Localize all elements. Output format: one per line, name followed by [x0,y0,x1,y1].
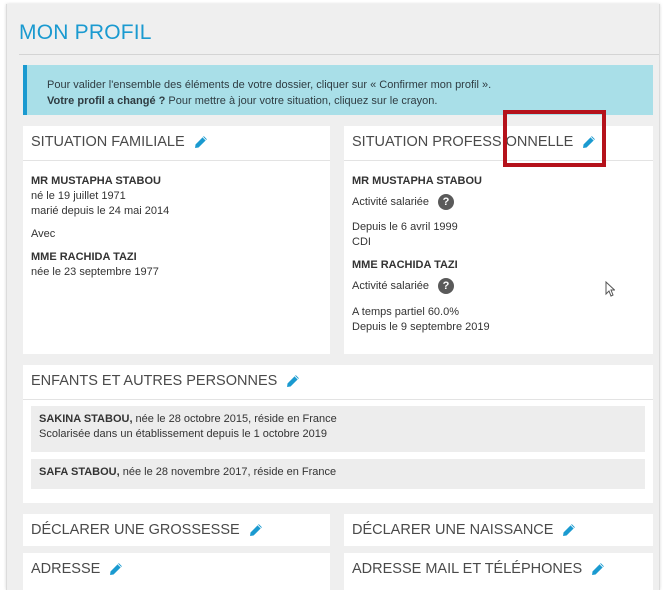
card-divider [23,160,330,161]
naissance-card: DÉCLARER UNE NAISSANCE [344,514,653,546]
list-item: SAKINA STABOU, née le 28 octobre 2015, r… [31,406,645,452]
child-1-extra: Scolarisée dans un établissement depuis … [39,428,328,440]
pencil-icon[interactable] [591,562,605,576]
pro-person1-since: Depuis le 6 avril 1999 [352,221,458,233]
familiale-person2-birth: née le 23 septembre 1977 [31,266,159,278]
pro-person2-activity: Activité salariée [352,279,430,292]
naissance-header: DÉCLARER UNE NAISSANCE [352,522,576,538]
mouse-pointer-icon [605,281,615,297]
info-line-2: Votre profil a changé ? Pour mettre à jo… [47,93,653,109]
grossesse-card: DÉCLARER UNE GROSSESSE [23,514,330,546]
pencil-icon[interactable] [109,562,123,576]
child-2-name: SAFA STABOU, [39,466,120,478]
situation-professionnelle-card: SITUATION PROFESSIONNELLE MR MUSTAPHA ST… [344,126,653,354]
profile-page: MON PROFIL Pour valider l'ensemble des é… [6,4,660,590]
info-banner: Pour valider l'ensemble des éléments de … [23,65,653,115]
pro-person2-name: MME RACHIDA TAZI [352,259,458,271]
familiale-person1-name: MR MUSTAPHA STABOU [31,175,161,187]
question-circle-icon[interactable]: ? [438,278,455,294]
familiale-with-label: Avec [31,228,56,240]
info-line-2-rest: Pour mettre à jour votre situation, cliq… [165,95,438,107]
question-circle-icon[interactable]: ? [438,194,455,210]
enfants-header: ENFANTS ET AUTRES PERSONNES [31,373,300,389]
list-item: SAFA STABOU, née le 28 novembre 2017, ré… [31,459,645,489]
pro-person1-contract: CDI [352,236,371,248]
naissance-title: DÉCLARER UNE NAISSANCE [352,522,554,538]
situation-familiale-title: SITUATION FAMILIALE [31,134,185,150]
child-2-line: SAFA STABOU, née le 28 novembre 2017, ré… [39,465,645,480]
pro-person2-parttime: A temps partiel 60.0% [352,306,460,318]
familiale-person1-marriage: marié depuis le 24 mai 2014 [31,205,170,217]
pencil-icon[interactable] [562,523,576,537]
info-line-2-bold: Votre profil a changé ? [47,95,166,107]
adresse-header: ADRESSE [31,561,123,577]
info-line-1: Pour valider l'ensemble des éléments de … [47,79,492,91]
contact-title: ADRESSE MAIL ET TÉLÉPHONES [352,561,583,577]
highlight-box [503,110,606,167]
familiale-person1-birth: né le 19 juillet 1971 [31,190,126,202]
enfants-card: ENFANTS ET AUTRES PERSONNES SAKINA STABO… [23,365,653,503]
adresse-card: ADRESSE [23,553,330,590]
child-1-details: née le 28 octobre 2015, réside en France [132,413,337,425]
situation-familiale-header: SITUATION FAMILIALE [31,134,208,150]
pencil-icon[interactable] [249,523,263,537]
pencil-icon[interactable] [194,135,208,149]
card-divider [23,399,653,400]
contact-header: ADRESSE MAIL ET TÉLÉPHONES [352,561,605,577]
pro-person1-activity: Activité salariée [352,195,430,208]
child-2-details: née le 28 novembre 2017, réside en Franc… [119,466,337,478]
card-divider [344,160,653,161]
situation-familiale-card: SITUATION FAMILIALE MR MUSTAPHA STABOU n… [23,126,330,354]
contact-card: ADRESSE MAIL ET TÉLÉPHONES [344,553,653,590]
pro-person1-name: MR MUSTAPHA STABOU [352,175,482,187]
grossesse-title: DÉCLARER UNE GROSSESSE [31,522,240,538]
pro-person1-activity-row: Activité salariée? [352,194,455,210]
grossesse-header: DÉCLARER UNE GROSSESSE [31,522,263,538]
enfants-title: ENFANTS ET AUTRES PERSONNES [31,373,278,389]
child-1-line: SAKINA STABOU, née le 28 octobre 2015, r… [39,412,645,427]
pro-person2-activity-row: Activité salariée? [352,278,455,294]
pencil-icon[interactable] [286,374,300,388]
child-1-name: SAKINA STABOU, [39,413,133,425]
pro-person2-since: Depuis le 9 septembre 2019 [352,321,490,333]
title-divider [19,54,659,55]
familiale-person2-name: MME RACHIDA TAZI [31,251,137,263]
page-title: MON PROFIL [19,21,152,44]
adresse-title: ADRESSE [31,561,101,577]
